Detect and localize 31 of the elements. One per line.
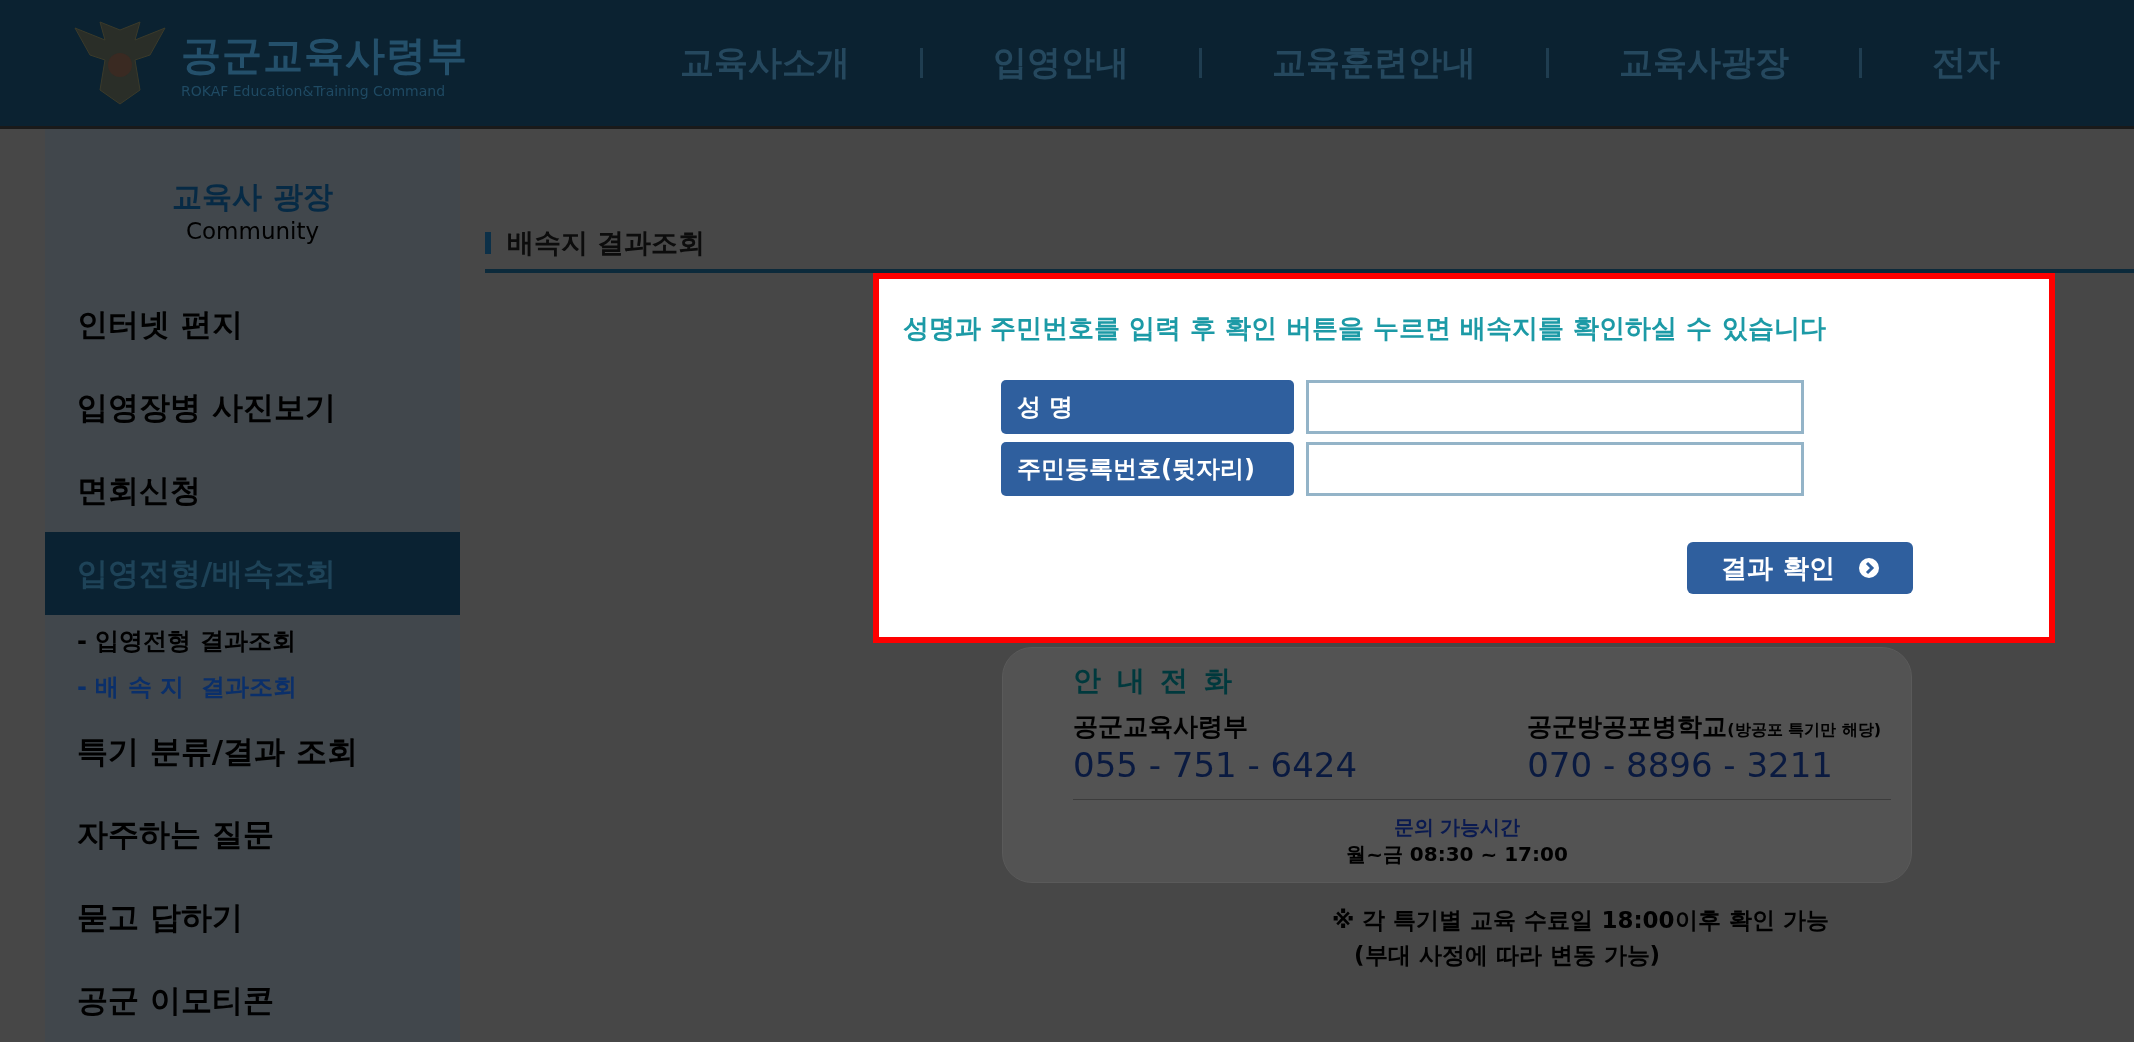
sidebar-item[interactable]: 입영장병 사진보기 — [45, 366, 460, 450]
sidebar-subtitle: Community — [184, 218, 321, 244]
sidebar-item[interactable]: 면회신청 — [45, 449, 460, 533]
chevron-circle-icon — [1858, 558, 1879, 578]
input-field[interactable] — [1306, 442, 1804, 496]
page-title: 배속지 결과조회 — [507, 226, 706, 260]
sidebar-item[interactable]: 자주하는 질문 — [45, 793, 460, 877]
hours-title: 문의 가능시간 — [1392, 814, 1522, 841]
contact-name: 공군방공포병학교 — [1527, 711, 1728, 743]
field-label: 주민등록번호(뒷자리) — [1001, 442, 1294, 496]
sidebar-item[interactable]: 공군 이모티콘 — [45, 959, 460, 1042]
sidebar-subitem[interactable]: - 입영전형 결과조회 — [77, 625, 428, 657]
contact-note: (방공포 특기만 해당) — [1727, 720, 1881, 741]
input-field[interactable] — [1306, 380, 1804, 434]
sidebar-item[interactable]: 묻고 답하기 — [45, 876, 460, 960]
phone-number: 055 - 751 - 6424 — [1073, 745, 1358, 785]
contact-name: 공군교육사령부 — [1073, 711, 1248, 743]
contact-title: 안 내 전 화 — [1073, 663, 1237, 699]
sidebar-item[interactable]: 특기 분류/결과 조회 — [45, 711, 460, 794]
phone-number: 070 - 8896 - 3211 — [1527, 745, 1834, 785]
field-label: 성 명 — [1001, 380, 1294, 434]
title-marker-icon — [485, 232, 491, 254]
instruction-text: 성명과 주민번호를 입력 후 확인 버튼을 누르면 배속지를 확인하실 수 있습니다 — [903, 312, 1827, 345]
note-text: ※ 각 특기별 교육 수료일 18:00이후 확인 가능 — [1332, 906, 1829, 935]
result-check-button[interactable]: 결과 확인 — [1687, 542, 1913, 594]
note-text: (부대 사정에 따라 변동 가능) — [1353, 941, 1662, 970]
site-title[interactable]: 공군교육사령부 — [181, 27, 468, 83]
hours-text: 월~금 08:30 ~ 17:00 — [1345, 841, 1569, 868]
sidebar-subitem[interactable]: - 배 속 지 결과조회 — [77, 671, 428, 703]
sidebar-title: 교육사 광장 — [171, 178, 334, 216]
sidebar-item[interactable]: 인터넷 편지 — [45, 284, 460, 367]
